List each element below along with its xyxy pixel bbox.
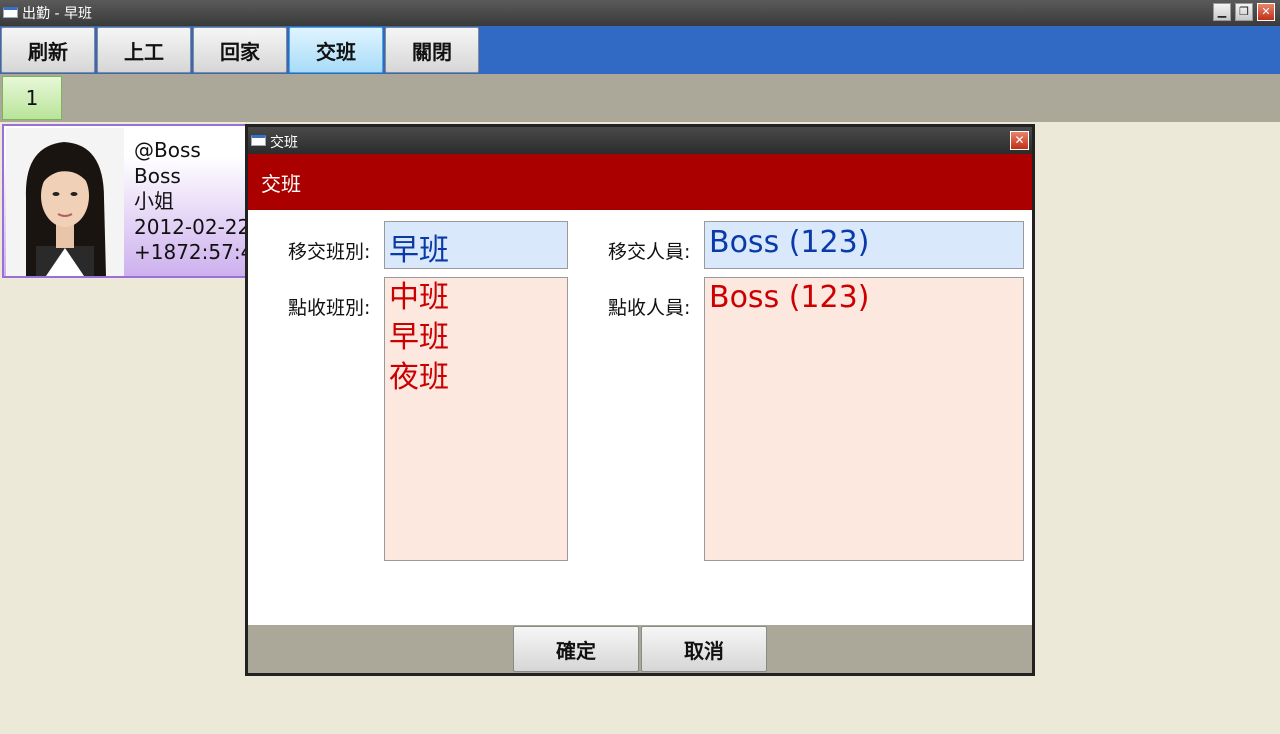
clock-in-button[interactable]: 上工 [97, 27, 191, 73]
window-title: 出勤 - 早班 [22, 6, 92, 22]
receive-person-list[interactable]: Boss (123) [704, 277, 1024, 561]
employee-date: 2012-02-22 [134, 214, 251, 239]
handover-shift-label: 移交班別: [288, 241, 371, 263]
refresh-button[interactable]: 刷新 [1, 27, 95, 73]
list-item[interactable]: 夜班 [389, 358, 563, 398]
list-item[interactable]: 中班 [389, 278, 563, 318]
toolbar: 刷新 上工 回家 交班 關閉 [0, 26, 1280, 74]
handover-person-label: 移交人員: [608, 241, 691, 263]
list-item[interactable]: 早班 [389, 318, 563, 358]
cancel-button[interactable]: 取消 [641, 626, 767, 672]
receive-person-label: 點收人員: [608, 297, 691, 319]
employee-handle: @Boss [134, 138, 201, 162]
receive-shift-list[interactable]: 中班 早班 夜班 [384, 277, 568, 561]
close-icon: ✕ [1261, 5, 1271, 18]
page-bar: 1 [0, 74, 1280, 122]
employee-title: 小姐 [134, 189, 174, 213]
ok-button[interactable]: 確定 [513, 626, 639, 672]
dialog-title: 交班 [270, 135, 298, 151]
employee-photo [6, 128, 124, 276]
employee-info: @Boss Boss 小姐 2012-02-22 +1872:57:4 [134, 138, 253, 266]
minimize-button[interactable]: ▁ [1213, 3, 1231, 21]
dialog-window-icon [251, 135, 266, 146]
dialog-close-button[interactable]: ✕ [1010, 131, 1029, 150]
close-icon: ✕ [1014, 133, 1025, 147]
dialog-title-bar: 交班 ✕ [248, 127, 1032, 154]
shift-change-button[interactable]: 交班 [289, 27, 383, 73]
employee-name: Boss [134, 163, 181, 188]
close-button[interactable]: 關閉 [385, 27, 479, 73]
go-home-button[interactable]: 回家 [193, 27, 287, 73]
main-title-bar: 出勤 - 早班 ▁ ❐ ✕ [0, 0, 1280, 26]
restore-icon: ❐ [1239, 5, 1249, 18]
handover-shift-field[interactable]: 早班 [384, 221, 568, 269]
dialog-header: 交班 [248, 154, 1032, 210]
employee-elapsed: +1872:57:4 [134, 240, 254, 264]
receive-shift-label: 點收班別: [288, 297, 371, 319]
dialog-footer: 確定 取消 [248, 625, 1032, 673]
list-item[interactable]: Boss (123) [709, 278, 1019, 318]
page-tab-1[interactable]: 1 [2, 76, 62, 120]
handover-person-field[interactable]: Boss (123) [704, 221, 1024, 269]
restore-button[interactable]: ❐ [1235, 3, 1253, 21]
minimize-icon: ▁ [1217, 5, 1227, 18]
close-window-button[interactable]: ✕ [1257, 3, 1275, 21]
shift-change-dialog: 交班 ✕ 交班 移交班別: 早班 移交人員: Boss (123) 點收班別: … [245, 124, 1035, 676]
window-icon [3, 7, 18, 18]
